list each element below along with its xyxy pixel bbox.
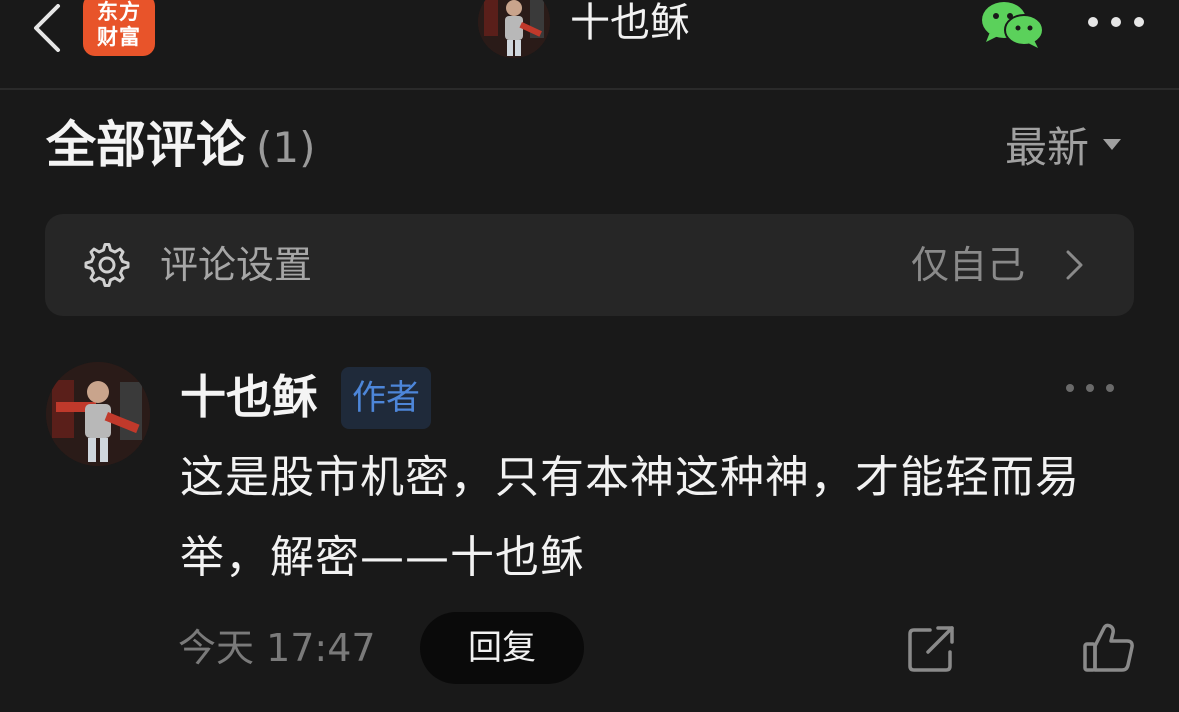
thumbs-up-icon	[1083, 623, 1134, 672]
more-dot-icon	[1066, 384, 1074, 392]
settings-value: 仅自己	[911, 243, 1026, 287]
app-logo-line1: 东方	[97, 0, 141, 24]
avatar-image	[46, 362, 150, 466]
comment-author-name[interactable]: 十也稣	[180, 364, 318, 430]
settings-label: 评论设置	[160, 243, 313, 287]
top-bar: 东方 财富 十也稣	[0, 0, 1179, 88]
wechat-icon	[982, 2, 1044, 48]
comments-heading: 全部评论 (1)	[46, 112, 316, 178]
back-arrow-icon	[34, 4, 60, 52]
author-badge: 作者	[341, 367, 431, 429]
header-avatar[interactable]	[478, 0, 550, 58]
more-dot-icon	[1111, 17, 1121, 27]
page: 东方 财富 十也稣 全部评论 (1) 最新 评论设置 仅自己 十也稣 作者 这是…	[0, 0, 1179, 712]
app-logo-line2: 财富	[97, 25, 141, 49]
more-dot-icon	[1086, 384, 1094, 392]
page-title: 十也稣	[570, 0, 690, 46]
sort-label: 最新	[1005, 122, 1090, 172]
more-dot-icon	[1088, 17, 1098, 27]
share-icon	[908, 626, 954, 672]
gear-icon	[84, 243, 130, 287]
app-logo[interactable]: 东方 财富	[83, 0, 155, 56]
more-dot-icon	[1106, 384, 1114, 392]
avatar-image	[478, 0, 550, 58]
comments-count: (1)	[256, 123, 316, 172]
comment-settings-row[interactable]: 评论设置 仅自己	[45, 214, 1134, 316]
more-options-button[interactable]	[1088, 8, 1144, 36]
comment-timestamp: 今天 17:47	[178, 626, 376, 670]
more-dot-icon	[1134, 17, 1144, 27]
share-button[interactable]	[906, 624, 958, 674]
like-button[interactable]	[1082, 622, 1136, 674]
comment-more-button[interactable]	[1066, 380, 1114, 396]
caret-down-icon	[1103, 138, 1122, 150]
reply-button[interactable]: 回复	[420, 612, 584, 684]
back-button[interactable]	[22, 0, 72, 56]
comments-heading-text: 全部评论	[46, 116, 246, 174]
sort-dropdown[interactable]: 最新	[1005, 114, 1122, 174]
comment-body: 这是股市机密，只有本神这种神，才能轻而易举，解密——十也稣	[180, 452, 1080, 583]
wechat-share-button[interactable]	[978, 0, 1046, 50]
header-divider	[0, 88, 1179, 90]
comment-author-avatar[interactable]	[46, 362, 150, 466]
chevron-right-icon	[1066, 250, 1083, 280]
